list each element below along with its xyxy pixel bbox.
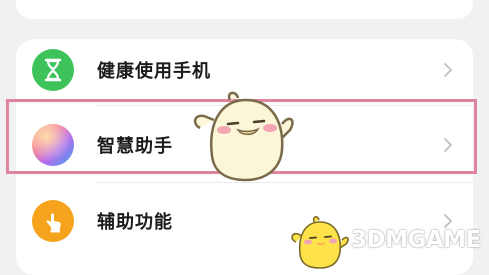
chevron-right-icon [444, 63, 452, 77]
settings-item-label: 健康使用手机 [97, 61, 211, 82]
watermark-mascot [291, 216, 349, 269]
mascot-sticker [193, 91, 294, 182]
hand-tap-icon [32, 200, 74, 242]
hourglass-icon [32, 49, 74, 91]
divider [97, 182, 473, 183]
previous-settings-card [16, 0, 473, 19]
watermark-text: 3DMGAME [351, 227, 481, 253]
settings-item-label: 辅助功能 [97, 212, 173, 233]
